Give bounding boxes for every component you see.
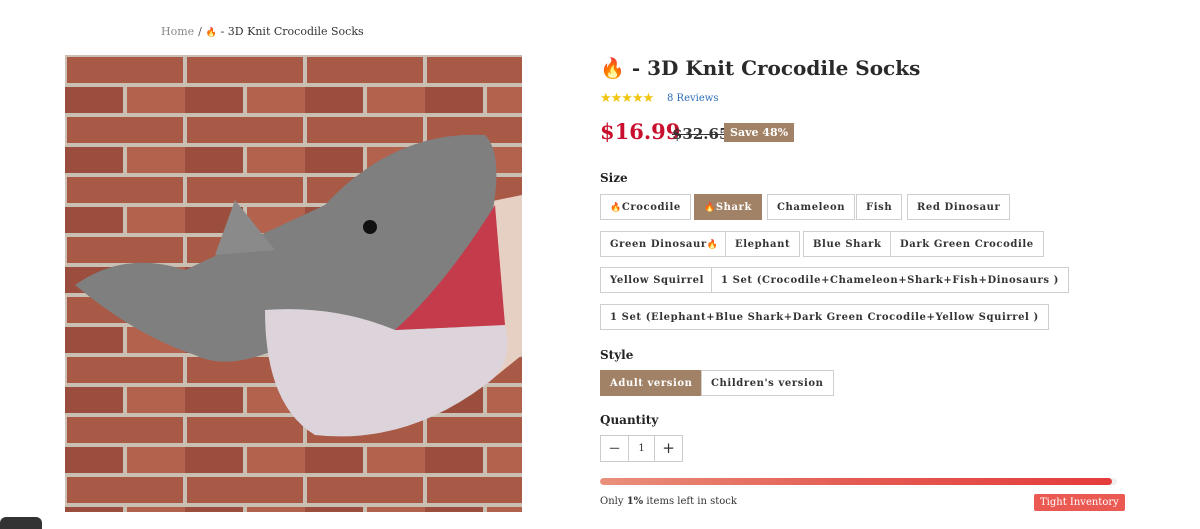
size-option-set-2[interactable]: 1 Set (Elephant+Blue Shark+Dark Green Cr…	[600, 304, 1049, 330]
compare-price: $32.65	[672, 125, 730, 143]
stock-progress-bar	[600, 478, 1117, 485]
size-option-crocodile[interactable]: 🔥Crocodile	[600, 194, 691, 220]
save-badge: Save 48%	[724, 123, 795, 142]
quantity-decrease-button[interactable]: −	[601, 436, 629, 461]
size-option-green-dinosaur[interactable]: Green Dinosaur🔥	[600, 231, 729, 257]
style-option-children[interactable]: Children's version	[701, 370, 834, 396]
fire-icon: 🔥	[205, 28, 218, 38]
size-option-shark[interactable]: 🔥Shark	[694, 194, 762, 220]
stock-count: 1%	[626, 496, 644, 507]
stock-suffix: items left in stock	[646, 496, 737, 507]
size-option-label: Shark	[715, 202, 752, 213]
fire-icon: 🔥	[600, 56, 625, 80]
size-option-blue-shark[interactable]: Blue Shark	[803, 231, 892, 257]
size-option-fish[interactable]: Fish	[856, 194, 903, 220]
breadcrumb: Home / 🔥 - 3D Knit Crocodile Socks	[161, 25, 364, 38]
size-option-label: Crocodile	[621, 202, 681, 213]
breadcrumb-separator: /	[198, 25, 202, 38]
fire-icon: 🔥	[610, 203, 622, 213]
rating-stars: ★★★★★	[600, 91, 654, 106]
size-option-label: Green Dinosaur	[610, 239, 707, 250]
style-label: Style	[600, 348, 634, 362]
size-option-red-dinosaur[interactable]: Red Dinosaur	[907, 194, 1011, 220]
quantity-input[interactable]: 1	[628, 436, 655, 461]
style-option-adult[interactable]: Adult version	[600, 370, 703, 396]
reviews-link[interactable]: 8 Reviews	[667, 93, 718, 104]
size-option-label: Red Dinosaur	[917, 202, 1001, 213]
size-option-set-1[interactable]: 1 Set (Crocodile+Chameleon+Shark+Fish+Di…	[711, 267, 1070, 293]
breadcrumb-home-link[interactable]: Home	[161, 25, 194, 38]
stock-text: Only 1% items left in stock	[600, 496, 737, 507]
style-option-label: Children's version	[711, 378, 824, 389]
quantity-label: Quantity	[600, 413, 659, 427]
product-title: 🔥 - 3D Knit Crocodile Socks	[600, 56, 920, 80]
size-option-elephant[interactable]: Elephant	[725, 231, 801, 257]
style-option-label: Adult version	[610, 378, 693, 389]
size-option-label: Fish	[866, 202, 893, 213]
quantity-stepper: − 1 +	[600, 435, 683, 462]
size-option-dark-green-crocodile[interactable]: Dark Green Crocodile	[890, 231, 1044, 257]
product-image[interactable]	[65, 55, 522, 512]
size-option-chameleon[interactable]: Chameleon	[767, 194, 856, 220]
size-option-label: 1 Set (Crocodile+Chameleon+Shark+Fish+Di…	[721, 275, 1060, 286]
size-option-label: Chameleon	[777, 202, 846, 213]
size-option-yellow-squirrel[interactable]: Yellow Squirrel	[600, 267, 714, 293]
shark-socks-photo	[65, 55, 522, 512]
fire-icon: 🔥	[706, 240, 719, 250]
chat-widget-tab[interactable]	[0, 517, 42, 529]
sale-price: $16.99	[600, 119, 681, 144]
size-option-label: Yellow Squirrel	[610, 275, 704, 286]
size-label: Size	[600, 171, 628, 185]
stock-progress-fill	[600, 478, 1112, 485]
tight-inventory-badge: Tight Inventory	[1034, 494, 1125, 511]
fire-icon: 🔥	[704, 203, 716, 213]
size-option-label: Dark Green Crocodile	[900, 239, 1034, 250]
breadcrumb-current: - 3D Knit Crocodile Socks	[220, 25, 364, 38]
stock-prefix: Only	[600, 496, 624, 507]
size-option-label: 1 Set (Elephant+Blue Shark+Dark Green Cr…	[610, 312, 1039, 323]
size-option-label: Elephant	[735, 239, 791, 250]
product-title-text: - 3D Knit Crocodile Socks	[631, 56, 921, 80]
size-option-label: Blue Shark	[813, 239, 882, 250]
quantity-increase-button[interactable]: +	[654, 436, 682, 461]
